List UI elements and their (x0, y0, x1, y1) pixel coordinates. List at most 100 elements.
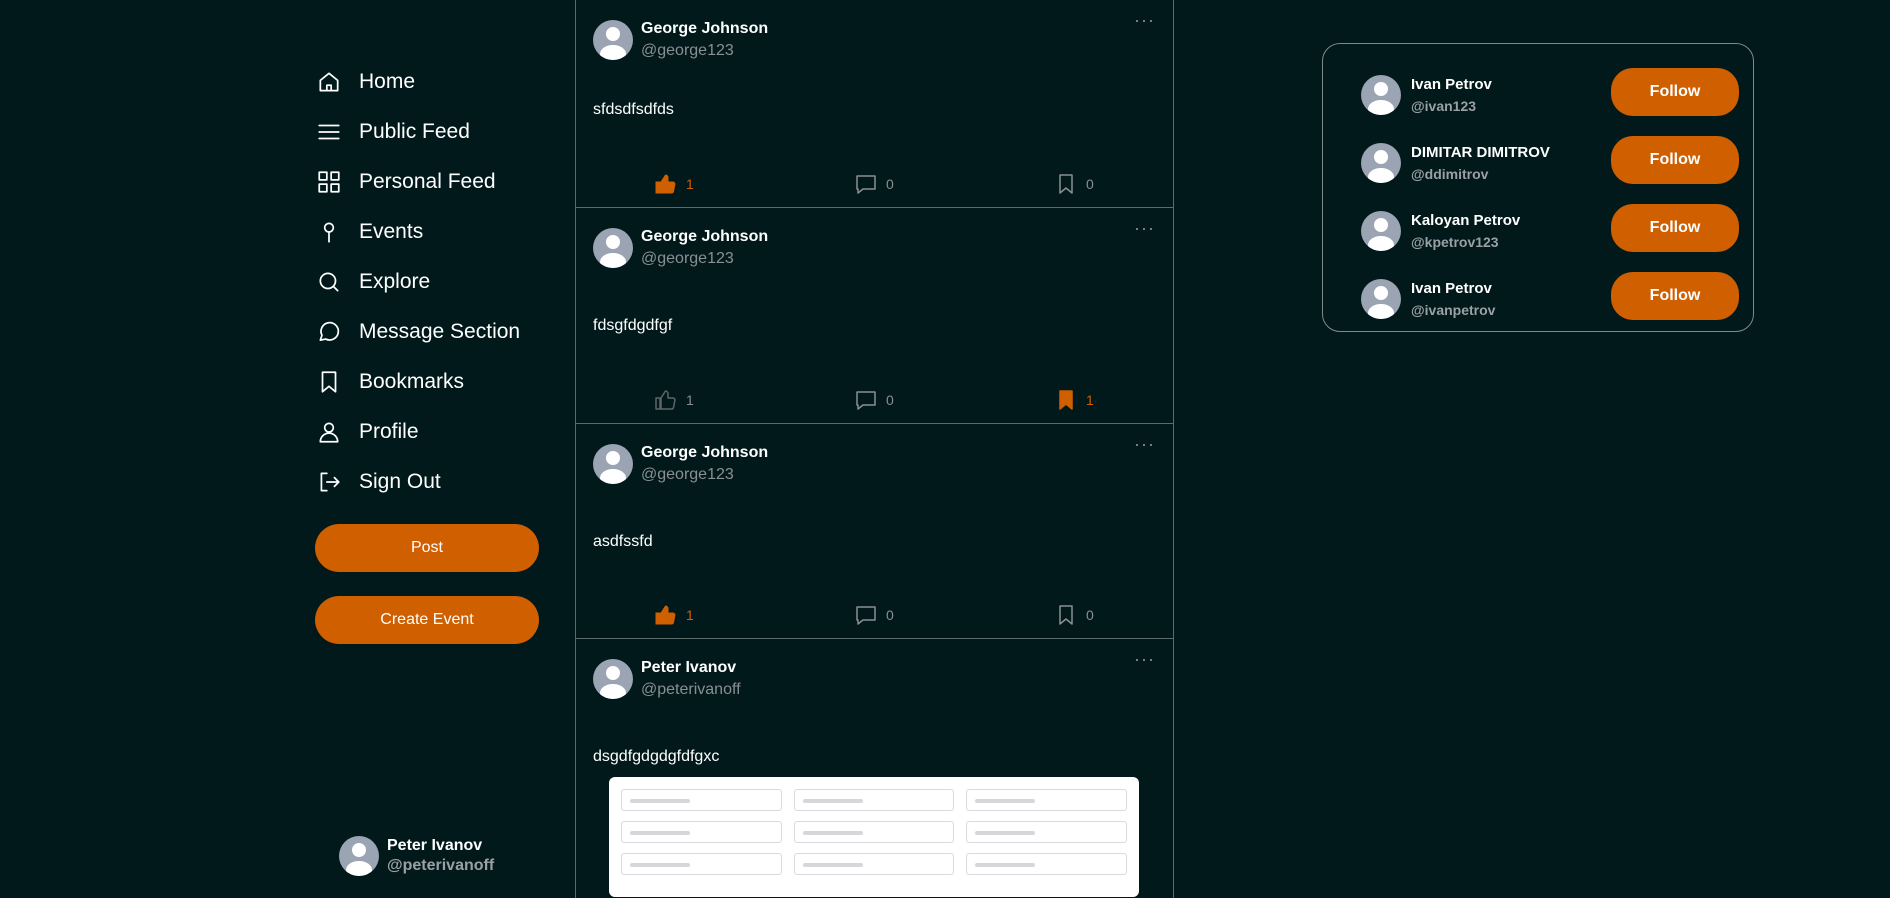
more-options-icon[interactable]: ··· (1134, 649, 1155, 670)
like-count: 1 (686, 176, 694, 192)
avatar (593, 20, 633, 60)
thumbs-up-icon (655, 605, 676, 625)
nav-label: Personal Feed (359, 170, 496, 193)
more-options-icon[interactable]: ··· (1134, 434, 1155, 455)
more-options-icon[interactable]: ··· (1134, 10, 1155, 31)
nav-label: Home (359, 70, 416, 93)
suggestion-item: Kaloyan Petrov @kpetrov123 Follow (1361, 204, 1739, 254)
comment-button[interactable]: 0 (854, 172, 894, 196)
suggestion-name: Ivan Petrov (1411, 280, 1492, 297)
bookmark-count: 0 (1086, 607, 1094, 623)
post-image[interactable] (609, 777, 1139, 897)
follow-button[interactable]: Follow (1611, 136, 1739, 184)
comment-button[interactable]: 0 (854, 388, 894, 412)
thumbs-up-icon (655, 174, 676, 194)
bookmark-count: 1 (1086, 392, 1094, 408)
bookmark-button[interactable]: 0 (1054, 172, 1094, 196)
post-author[interactable]: George Johnson @george123 (593, 226, 768, 270)
post-author-handle: @peterivanoff (641, 681, 741, 698)
avatar (1361, 143, 1401, 183)
post-author-name: George Johnson (641, 228, 769, 245)
feed: George Johnson @george123 ··· sfdsdfsdfd… (575, 0, 1174, 898)
nav-label: Sign Out (359, 470, 441, 493)
post-card: George Johnson @george123 ··· asdfssfd 1… (576, 424, 1173, 639)
sign-out-icon (315, 468, 343, 496)
avatar (593, 228, 633, 268)
nav-item-message-section[interactable]: Message Section (315, 307, 520, 357)
current-user[interactable]: Peter Ivanov @peterivanoff (339, 836, 494, 876)
suggestion-user[interactable]: DIMITAR DIMITROV @ddimitrov (1361, 142, 1550, 184)
comment-count: 0 (886, 176, 894, 192)
like-button[interactable]: 1 (654, 603, 694, 627)
follow-button[interactable]: Follow (1611, 204, 1739, 252)
post-text: asdfssfd (593, 533, 653, 550)
bookmark-button[interactable]: 1 (1054, 388, 1094, 412)
nav-label: Public Feed (359, 120, 470, 143)
suggestion-user[interactable]: Ivan Petrov @ivanpetrov (1361, 278, 1495, 320)
like-count: 1 (686, 392, 694, 408)
bookmark-count: 0 (1086, 176, 1094, 192)
create-event-button[interactable]: Create Event (315, 596, 539, 644)
avatar (1361, 279, 1401, 319)
nav-item-events[interactable]: Events (315, 207, 520, 257)
suggestion-user[interactable]: Ivan Petrov @ivan123 (1361, 74, 1492, 116)
comment-count: 0 (886, 607, 894, 623)
nav-label: Profile (359, 420, 419, 443)
nav-item-home[interactable]: Home (315, 57, 520, 107)
suggestion-item: Ivan Petrov @ivanpetrov Follow (1361, 272, 1739, 322)
post-author-handle: @george123 (641, 466, 734, 483)
post-author[interactable]: Peter Ivanov @peterivanoff (593, 657, 741, 701)
thumbs-up-icon (655, 390, 676, 410)
nav-item-explore[interactable]: Explore (315, 257, 520, 307)
comment-icon (856, 175, 876, 194)
suggestion-name: Ivan Petrov (1411, 76, 1492, 93)
post-author[interactable]: George Johnson @george123 (593, 18, 768, 62)
follow-button[interactable]: Follow (1611, 272, 1739, 320)
post-text: sfdsdfsdfds (593, 101, 674, 118)
suggestion-handle: @ivan123 (1411, 98, 1477, 114)
sidebar: Home Public Feed Personal Feed Events Ex… (315, 0, 555, 898)
follow-button[interactable]: Follow (1611, 68, 1739, 116)
menu-icon (315, 118, 343, 146)
like-count: 1 (686, 607, 694, 623)
bookmark-icon (1059, 174, 1073, 194)
bookmark-button[interactable]: 0 (1054, 603, 1094, 627)
grid-icon (315, 168, 343, 196)
nav-item-profile[interactable]: Profile (315, 407, 520, 457)
post-author-handle: @george123 (641, 250, 734, 267)
like-button[interactable]: 1 (654, 388, 694, 412)
search-icon (315, 268, 343, 296)
nav-item-bookmarks[interactable]: Bookmarks (315, 357, 520, 407)
suggestion-name: DIMITAR DIMITROV (1411, 144, 1550, 161)
post-card: Peter Ivanov @peterivanoff ··· dsgdfgdgd… (576, 639, 1173, 898)
avatar (339, 836, 379, 876)
post-author-name: George Johnson (641, 20, 769, 37)
post-actions: 1 0 1 (576, 388, 1173, 416)
nav-label: Message Section (359, 320, 521, 343)
avatar (593, 444, 633, 484)
comment-icon (856, 606, 876, 625)
suggestion-user[interactable]: Kaloyan Petrov @kpetrov123 (1361, 210, 1520, 252)
avatar (1361, 75, 1401, 115)
current-user-name: Peter Ivanov (387, 837, 483, 854)
nav-item-public-feed[interactable]: Public Feed (315, 107, 520, 157)
nav-label: Explore (359, 270, 431, 293)
post-author[interactable]: George Johnson @george123 (593, 442, 768, 486)
suggestion-handle: @kpetrov123 (1411, 234, 1499, 250)
nav-item-sign-out[interactable]: Sign Out (315, 457, 520, 507)
nav-label: Bookmarks (359, 370, 465, 393)
comment-button[interactable]: 0 (854, 603, 894, 627)
home-icon (315, 68, 343, 96)
post-actions: 1 0 0 (576, 172, 1173, 200)
post-text: dsgdfgdgdgfdfgxc (593, 748, 720, 765)
main-nav: Home Public Feed Personal Feed Events Ex… (315, 57, 520, 507)
post-button[interactable]: Post (315, 524, 539, 572)
nav-item-personal-feed[interactable]: Personal Feed (315, 157, 520, 207)
follow-suggestions: Ivan Petrov @ivan123 Follow DIMITAR DIMI… (1322, 43, 1754, 332)
more-options-icon[interactable]: ··· (1134, 218, 1155, 239)
pin-icon (315, 218, 343, 246)
like-button[interactable]: 1 (654, 172, 694, 196)
suggestion-handle: @ddimitrov (1411, 166, 1489, 182)
post-author-handle: @george123 (641, 42, 734, 59)
suggestion-name: Kaloyan Petrov (1411, 212, 1521, 229)
